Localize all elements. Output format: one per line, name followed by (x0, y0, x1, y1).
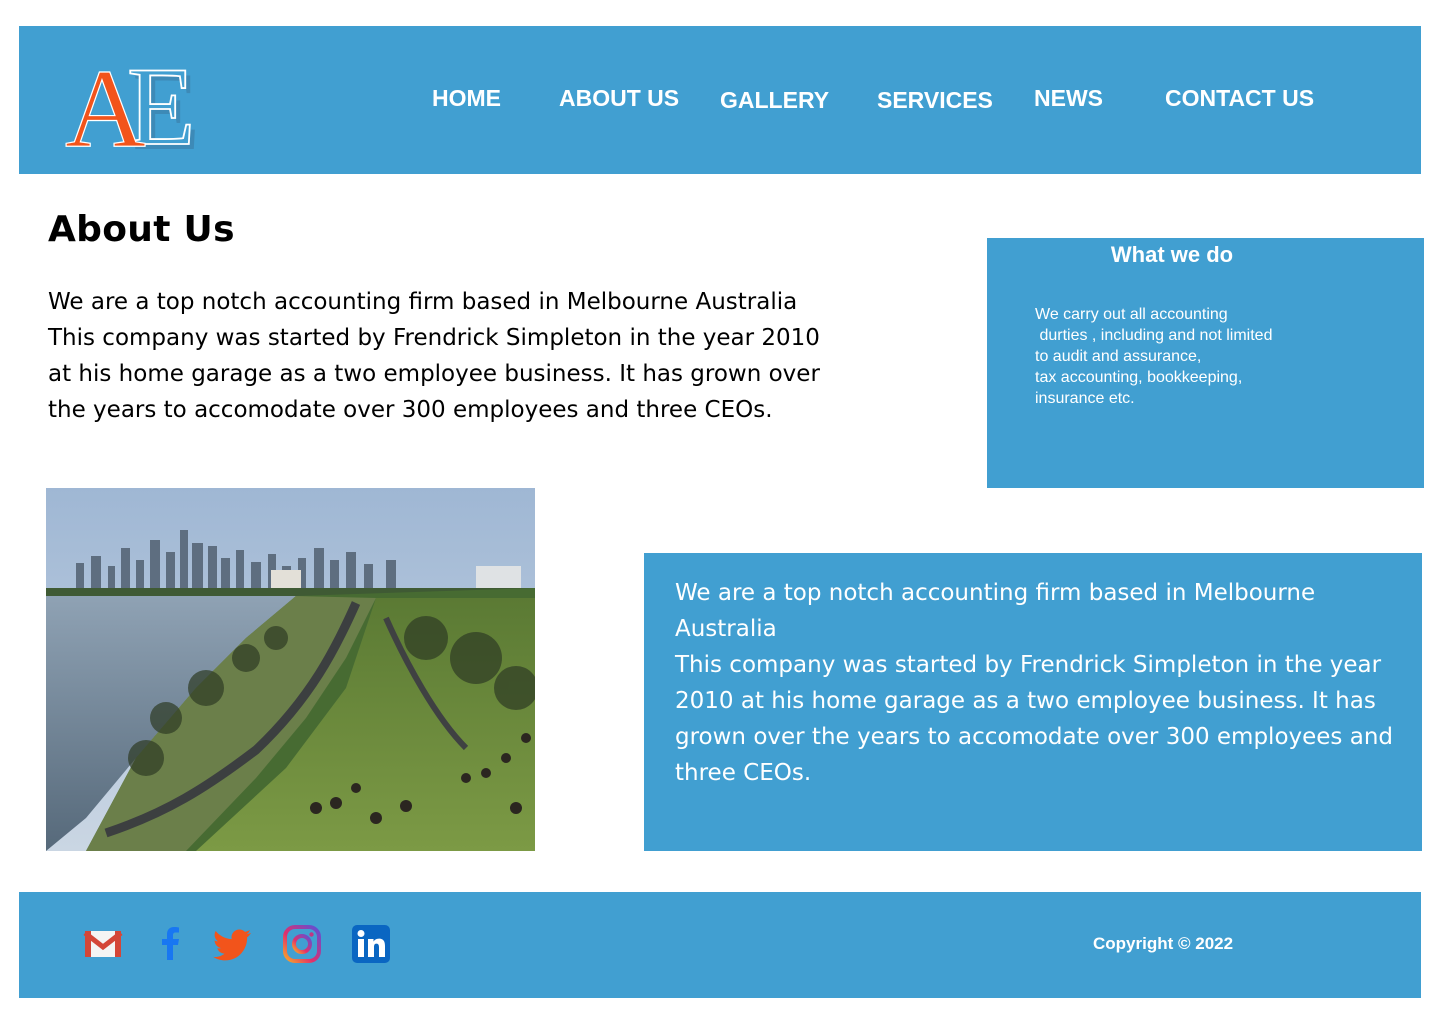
nav-home[interactable]: HOME (432, 85, 501, 112)
what-we-do-title: What we do (1110, 242, 1234, 267)
site-footer: Copyright © 2022 (19, 892, 1421, 998)
gmail-icon[interactable] (83, 924, 123, 964)
what-we-do-line: to audit and assurance, (1035, 348, 1202, 365)
what-we-do-box: What we do We carry out all accounting d… (987, 238, 1424, 488)
nav-about-us[interactable]: ABOUT US (559, 85, 679, 112)
ae-logo[interactable]: E E A (63, 46, 218, 156)
what-we-do-line: We carry out all accounting (1035, 306, 1228, 323)
company-info-box: We are a top notch accounting firm based… (644, 553, 1422, 851)
svg-text:A: A (65, 47, 146, 156)
linkedin-icon[interactable] (351, 924, 391, 964)
nav-news[interactable]: NEWS (1034, 85, 1103, 112)
facebook-icon[interactable] (151, 924, 191, 964)
about-paragraph-line: We are a top notch accounting firm based… (48, 289, 798, 315)
what-we-do-line: durties , including and not limited (1035, 327, 1273, 344)
nav-contact-us[interactable]: CONTACT US (1165, 85, 1314, 112)
nav-services[interactable]: SERVICES (877, 87, 993, 114)
about-paragraph-line: This company was started by Frendrick Si… (48, 325, 820, 423)
company-info-line: We are a top notch accounting firm based… (675, 580, 1316, 642)
what-we-do-text: We carry out all accounting durties , in… (1035, 304, 1355, 409)
copyright-text: Copyright © 2022 (1093, 934, 1234, 953)
melbourne-skyline-photo (46, 488, 535, 851)
instagram-icon[interactable] (282, 924, 322, 964)
twitter-icon[interactable] (213, 924, 253, 964)
page-title: About Us (48, 209, 235, 250)
company-info-text: We are a top notch accounting firm based… (675, 575, 1415, 791)
nav-gallery[interactable]: GALLERY (720, 87, 829, 114)
site-header: E E A HOME ABOUT US GALLERY SERVICES NEW… (19, 26, 1421, 174)
company-info-line: This company was started by Frendrick Si… (675, 652, 1393, 786)
about-paragraph: We are a top notch accounting firm based… (48, 284, 848, 428)
what-we-do-line: tax accounting, bookkeeping, (1035, 369, 1243, 386)
what-we-do-line: insurance etc. (1035, 390, 1135, 407)
